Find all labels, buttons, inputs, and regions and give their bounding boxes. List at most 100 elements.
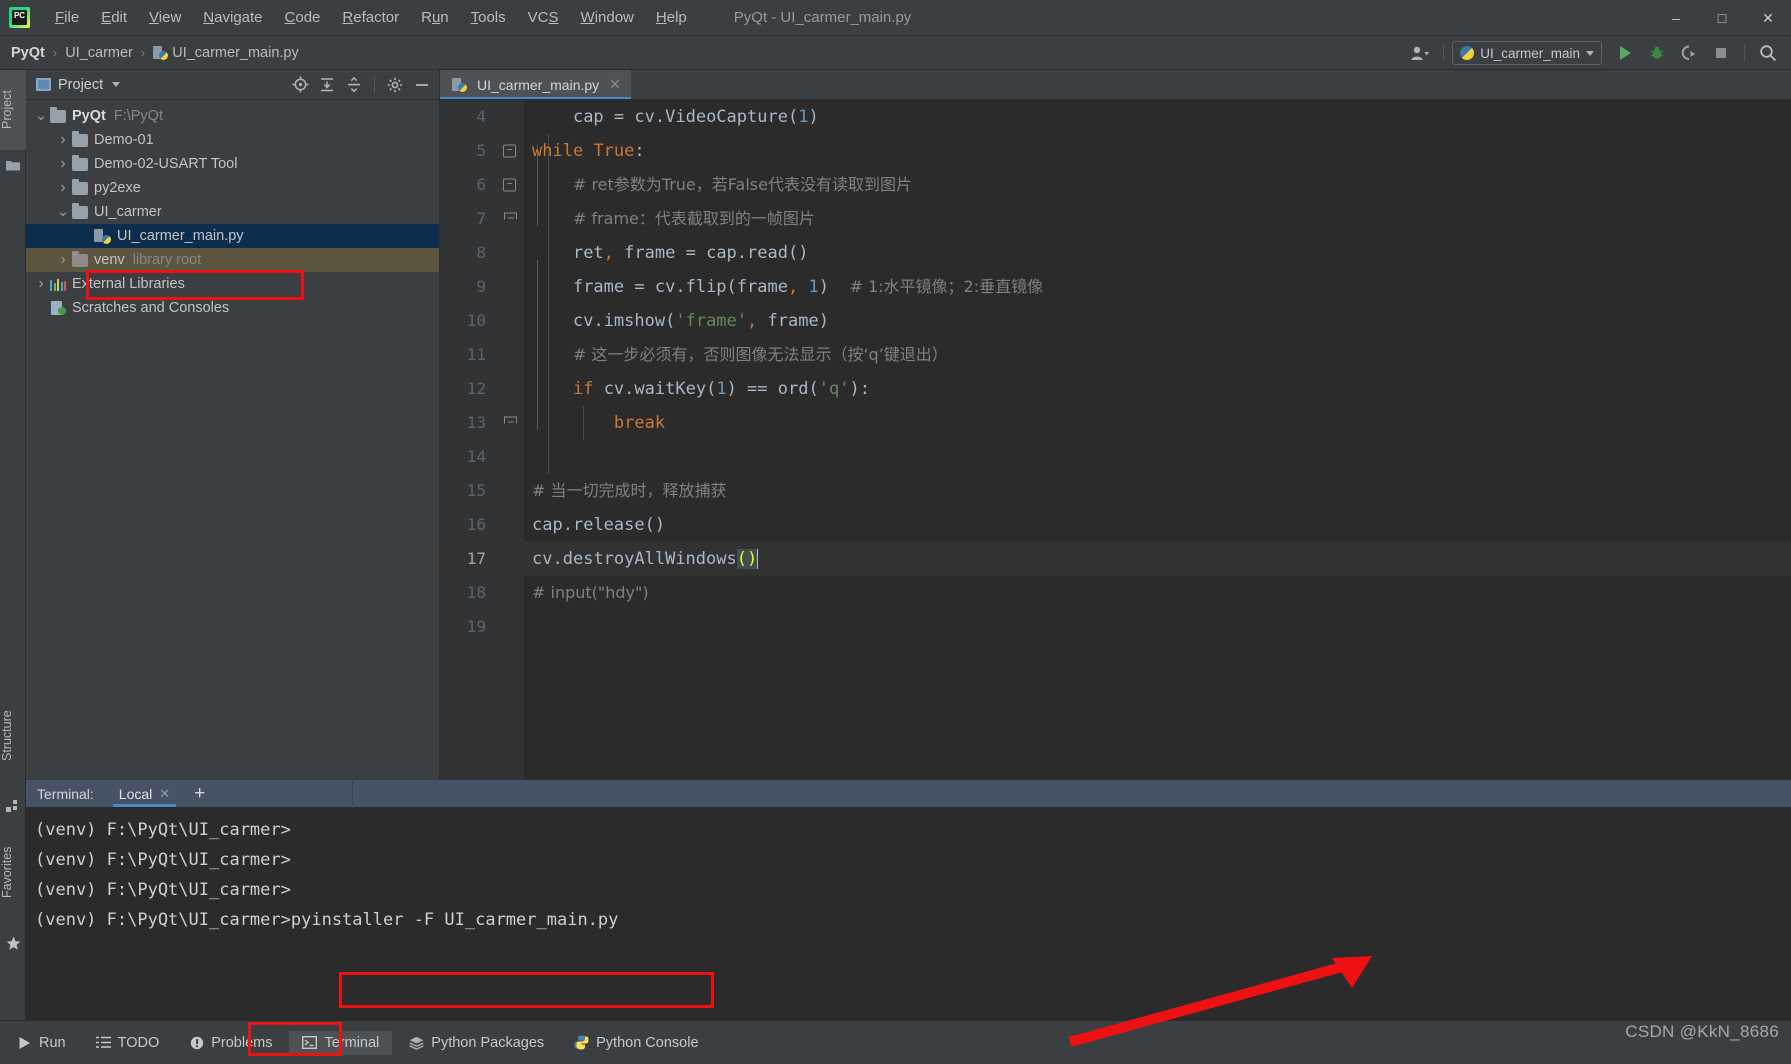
code-line[interactable]: 7 # frame：代表截取到的一帧图片 [440, 202, 1791, 236]
menu-help[interactable]: Help [645, 6, 698, 29]
close-icon[interactable]: ✕ [159, 786, 170, 802]
fold-end-icon[interactable] [503, 212, 517, 226]
line-number: 9 [476, 277, 486, 296]
status-button-terminal[interactable]: Terminal [289, 1030, 393, 1055]
code-line[interactable]: 13 break [440, 406, 1791, 440]
code-line[interactable]: 11 # 这一步必须有，否则图像无法显示（按‘q’键退出） [440, 338, 1791, 372]
terminal-output[interactable]: (venv) F:\PyQt\UI_carmer> (venv) F:\PyQt\… [26, 808, 1791, 1020]
code-line[interactable]: 17 cv.destroyAllWindows() [440, 542, 1791, 576]
menu-tools[interactable]: Tools [460, 6, 517, 29]
sidebar-tab-favorites[interactable]: Favorites [0, 824, 26, 920]
breadcrumb-root[interactable]: PyQt [11, 45, 45, 61]
hide-panel-icon[interactable] [409, 73, 435, 97]
chevron-right-icon[interactable]: › [56, 155, 70, 173]
editor-tab-ui-carmer-main[interactable]: UI_carmer_main.py ✕ [440, 70, 631, 99]
select-opened-file-icon[interactable] [287, 73, 313, 97]
chevron-down-icon[interactable] [112, 82, 121, 87]
project-tree[interactable]: ⌄ PyQt F:\PyQt › Demo-01 › Demo-02-USART Tool ›… [26, 100, 439, 320]
status-button-problems[interactable]: Problems [176, 1031, 285, 1055]
gear-icon[interactable] [382, 73, 408, 97]
code-line[interactable]: 5 − while True: [440, 134, 1791, 168]
menu-edit[interactable]: Edit [90, 6, 138, 29]
code-line[interactable]: 10 cv.imshow('frame', frame) [440, 304, 1791, 338]
run-button[interactable] [1610, 40, 1640, 66]
folder-icon [72, 130, 88, 147]
menu-refactor[interactable]: Refactor [331, 6, 410, 29]
tree-item-ui-carmer-main-py[interactable]: UI_carmer_main.py [26, 224, 439, 248]
status-button-python-packages[interactable]: Python Packages [396, 1031, 557, 1055]
close-button[interactable]: ✕ [1745, 0, 1791, 36]
fold-collapse-icon[interactable]: − [503, 178, 516, 192]
menu-window[interactable]: Window [570, 6, 645, 29]
terminal-header-fill [217, 780, 1791, 807]
project-tool-window: Project ⌄ PyQt F:\PyQt › Demo-01 › Demo-… [26, 70, 440, 780]
fold-collapse-icon[interactable]: − [503, 144, 516, 158]
minimize-button[interactable]: – [1653, 0, 1699, 36]
tree-item-py2exe[interactable]: › py2exe [26, 176, 439, 200]
code-line[interactable]: 14 [440, 440, 1791, 474]
sidebar-tab-structure[interactable]: Structure [0, 688, 26, 784]
code-line[interactable]: 15 # 当一切完成时，释放捕获 [440, 474, 1791, 508]
structure-icon[interactable] [6, 800, 20, 812]
menu-vcs[interactable]: VCS [517, 6, 570, 29]
line-number: 10 [466, 311, 486, 330]
status-button-python-console[interactable]: Python Console [561, 1031, 711, 1055]
tree-item-pyqt[interactable]: ⌄ PyQt F:\PyQt [26, 104, 439, 128]
code-line[interactable]: 9 frame = cv.flip(frame, 1) # 1:水平镜像；2:垂… [440, 270, 1791, 304]
code-line[interactable]: 16 cap.release() [440, 508, 1791, 542]
maximize-button[interactable]: □ [1699, 0, 1745, 36]
menu-file[interactable]: File [44, 6, 90, 29]
sidebar-tab-project[interactable]: Project [0, 70, 26, 150]
code-line[interactable]: 8 ret, frame = cap.read() [440, 236, 1791, 270]
code-lines[interactable]: 4 cap = cv.VideoCapture(1) 5 − while True: 6… [440, 100, 1791, 780]
run-with-coverage-button[interactable] [1674, 40, 1704, 66]
tree-item-demo-01[interactable]: › Demo-01 [26, 128, 439, 152]
menu-navigate[interactable]: Navigate [192, 6, 273, 29]
close-icon[interactable]: ✕ [609, 76, 621, 93]
user-account-icon[interactable] [1405, 40, 1435, 66]
tree-item-demo-02-usart-tool[interactable]: › Demo-02-USART Tool [26, 152, 439, 176]
expand-all-icon[interactable] [314, 73, 340, 97]
chevron-down-icon[interactable]: ⌄ [56, 204, 70, 219]
code-line[interactable]: 19 [440, 610, 1791, 644]
status-button-run[interactable]: Run [4, 1031, 79, 1055]
stop-button[interactable] [1706, 40, 1736, 66]
bracket-match-highlight: () [736, 549, 758, 569]
status-button-todo[interactable]: TODO [83, 1031, 173, 1055]
project-folder-icon[interactable] [6, 158, 20, 171]
breadcrumb-folder[interactable]: UI_carmer [65, 45, 133, 61]
tree-item-external-libraries[interactable]: › External Libraries [26, 272, 439, 296]
chevron-down-icon[interactable]: ⌄ [34, 108, 48, 123]
terminal-tab-local[interactable]: Local ✕ [107, 780, 182, 807]
tree-item-ui-carmer[interactable]: ⌄ UI_carmer [26, 200, 439, 224]
collapse-all-icon[interactable] [341, 73, 367, 97]
breadcrumb-separator: › [52, 45, 58, 60]
code-line[interactable]: 18 # input("hdy") [440, 576, 1791, 610]
external-libraries-icon [50, 278, 66, 291]
code-line[interactable]: 12 if cv.waitKey(1) == ord('q'): [440, 372, 1791, 406]
run-configuration-selector[interactable]: UI_carmer_main [1452, 41, 1602, 65]
menu-run[interactable]: Run [410, 6, 460, 29]
chevron-down-icon [1586, 50, 1594, 56]
fold-end-icon[interactable] [503, 416, 517, 430]
terminal-line: (venv) F:\PyQt\UI_carmer> [35, 815, 1791, 845]
code-editor[interactable]: 4 cap = cv.VideoCapture(1) 5 − while True: 6… [440, 100, 1791, 780]
menu-code[interactable]: Code [274, 6, 332, 29]
code-text: break [613, 413, 666, 433]
chevron-right-icon[interactable]: › [56, 131, 70, 149]
code-line[interactable]: 4 cap = cv.VideoCapture(1) [440, 100, 1791, 134]
chevron-right-icon[interactable]: › [34, 275, 48, 293]
tree-item-venv[interactable]: › venv library root [26, 248, 439, 272]
debug-button[interactable] [1642, 40, 1672, 66]
breadcrumb-file[interactable]: UI_carmer_main.py [153, 45, 299, 61]
star-icon[interactable] [6, 936, 21, 950]
new-terminal-tab-button[interactable]: + [182, 780, 217, 807]
chevron-right-icon[interactable]: › [56, 251, 70, 269]
code-line[interactable]: 6 − # ret参数为True，若False代表没有读取到图片 [440, 168, 1791, 202]
project-panel-title: Project [58, 76, 104, 93]
chevron-right-icon[interactable]: › [56, 179, 70, 197]
search-icon[interactable] [1753, 40, 1783, 66]
menu-view[interactable]: View [138, 6, 192, 29]
tree-item-scratches-and-consoles[interactable]: Scratches and Consoles [26, 296, 439, 320]
line-number: 8 [476, 243, 486, 262]
